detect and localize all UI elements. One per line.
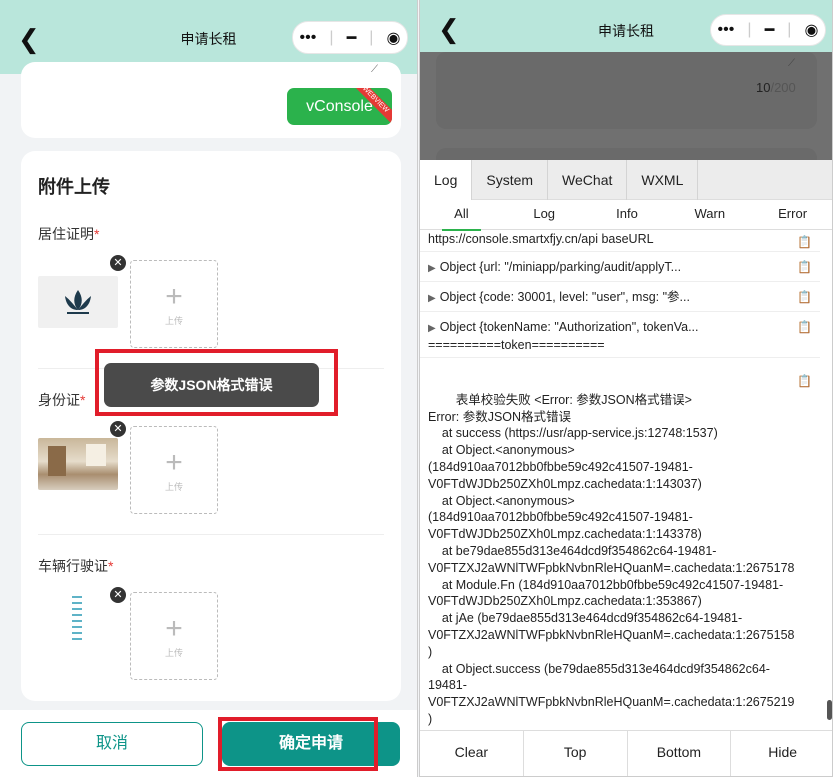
lotus-logo-icon xyxy=(65,290,91,314)
counter-max: /200 xyxy=(770,80,796,95)
delete-image-icon[interactable]: ✕ xyxy=(110,587,126,603)
section-title: 附件上传 xyxy=(38,177,110,197)
cancel-button[interactable]: 取消 xyxy=(21,722,203,766)
tab-system[interactable]: System xyxy=(472,160,549,200)
image-detail xyxy=(48,446,66,476)
log-text: https://console.smartxfjy.cn/api baseURL xyxy=(428,232,654,246)
confirm-highlight-box xyxy=(218,717,378,771)
clear-button[interactable]: Clear xyxy=(420,731,524,776)
idcard-upload-box[interactable]: + 上传 xyxy=(130,426,218,514)
copy-icon[interactable]: 📋 xyxy=(797,319,812,335)
bottom-action-bar: 取消 确定申请 xyxy=(0,710,417,777)
more-dots-icon[interactable]: ••• xyxy=(718,21,735,39)
log-scrollbar[interactable] xyxy=(827,700,832,720)
navigation-bar: ❮ 申请长租 ••• | ━ | ◉ xyxy=(420,0,832,52)
log-text: Object {code: 30001, level: "user", msg:… xyxy=(439,290,690,304)
capsule-divider: | xyxy=(747,21,752,38)
minimize-icon[interactable]: ━ xyxy=(765,20,775,40)
residence-label-text: 居住证明 xyxy=(38,226,94,242)
plus-icon: + xyxy=(165,611,183,645)
expand-caret-icon[interactable]: ▶ xyxy=(428,263,436,274)
close-target-icon[interactable]: ◉ xyxy=(386,28,400,48)
tab-wechat[interactable]: WeChat xyxy=(548,160,628,200)
filter-warn[interactable]: Warn xyxy=(668,200,751,229)
tab-wxml[interactable]: WXML xyxy=(627,160,699,200)
vconsole-button[interactable]: vConsole WEBVIEW xyxy=(287,88,392,125)
vconsole-panel: Log System WeChat WXML All Log Info Warn… xyxy=(420,160,832,776)
capsule-divider: | xyxy=(329,28,334,46)
tab-log[interactable]: Log xyxy=(420,160,473,200)
vconsole-label: vConsole xyxy=(306,98,373,115)
hide-button[interactable]: Hide xyxy=(731,731,832,776)
wechat-capsule: ••• | ━ | ◉ xyxy=(710,14,826,46)
capsule-divider: | xyxy=(369,28,374,46)
copy-icon[interactable]: 📋 xyxy=(797,289,812,305)
required-mark: * xyxy=(108,558,114,574)
right-simulator: ❮ 申请长租 ••• | ━ | ◉ ⟋ 10/200 Log System W… xyxy=(419,0,833,777)
upload-text: 上传 xyxy=(164,315,183,326)
plus-icon: + xyxy=(165,279,183,313)
error-log-row[interactable]: 表单校验失败 <Error: 参数JSON格式错误> Error: 参数JSON… xyxy=(420,358,820,731)
image-detail xyxy=(86,444,106,466)
counter-current: 10 xyxy=(756,80,771,95)
license-label: 车辆行驶证* xyxy=(38,556,113,576)
idcard-label: 身份证* xyxy=(38,390,85,410)
filter-log[interactable]: Log xyxy=(503,200,586,229)
close-target-icon[interactable]: ◉ xyxy=(804,20,818,40)
license-label-text: 车辆行驶证 xyxy=(38,558,108,574)
log-list: https://console.smartxfjy.cn/api baseURL… xyxy=(420,231,820,731)
capsule-divider: | xyxy=(787,21,792,38)
vconsole-footer: Clear Top Bottom Hide xyxy=(420,730,832,776)
dimmed-page-overlay: ⟋ 10/200 xyxy=(420,52,832,168)
log-row[interactable]: ▶ Object {tokenName: "Authorization", tok… xyxy=(420,312,820,358)
log-row[interactable]: ▶ Object {code: 30001, level: "user", msg… xyxy=(420,282,820,312)
error-toast: 参数JSON格式错误 xyxy=(104,363,319,407)
top-button[interactable]: Top xyxy=(524,731,628,776)
minimize-icon[interactable]: ━ xyxy=(347,28,357,48)
delete-image-icon[interactable]: ✕ xyxy=(110,255,126,271)
upload-text: 上传 xyxy=(164,481,183,492)
bottom-button[interactable]: Bottom xyxy=(628,731,732,776)
upload-text: 上传 xyxy=(164,647,183,658)
filter-error[interactable]: Error xyxy=(751,200,832,229)
dimmed-remark-card: ⟋ 10/200 xyxy=(436,52,817,129)
divider xyxy=(38,534,384,535)
resize-handle-icon[interactable]: ⟋ xyxy=(371,64,378,75)
resize-handle-icon: ⟋ xyxy=(788,58,795,69)
copy-icon[interactable]: 📋 xyxy=(797,234,812,250)
delete-image-icon[interactable]: ✕ xyxy=(110,421,126,437)
filter-all[interactable]: All xyxy=(420,200,503,231)
log-text: Object {url: "/miniapp/parking/audit/app… xyxy=(439,260,682,274)
license-image[interactable] xyxy=(38,592,118,644)
residence-upload-box[interactable]: + 上传 xyxy=(130,260,218,348)
error-log-text: 表单校验失败 <Error: 参数JSON格式错误> Error: 参数JSON… xyxy=(428,392,795,731)
more-dots-icon[interactable]: ••• xyxy=(300,29,317,47)
residence-image[interactable] xyxy=(38,276,118,328)
char-counter: 10/200 xyxy=(756,80,796,95)
log-row[interactable]: https://console.smartxfjy.cn/api baseURL… xyxy=(420,231,820,252)
expand-caret-icon[interactable]: ▶ xyxy=(428,293,436,304)
license-upload-box[interactable]: + 上传 xyxy=(130,592,218,680)
expand-caret-icon[interactable]: ▶ xyxy=(428,323,436,334)
log-filter-tabs: All Log Info Warn Error xyxy=(420,200,832,231)
required-mark: * xyxy=(94,226,100,242)
vconsole-main-tabs: Log System WeChat WXML xyxy=(420,160,832,200)
left-simulator: ❮ 申请长租 ••• | ━ | ◉ ⟋ vConsole WEBVIEW 附件… xyxy=(0,0,418,777)
plus-icon: + xyxy=(165,445,183,479)
log-row[interactable]: ▶ Object {url: "/miniapp/parking/audit/ap… xyxy=(420,252,820,282)
required-mark: * xyxy=(80,392,86,408)
image-detail xyxy=(72,596,82,640)
filter-info[interactable]: Info xyxy=(586,200,669,229)
idcard-label-text: 身份证 xyxy=(38,392,80,408)
log-text: Object {tokenName: "Authorization", toke… xyxy=(439,320,699,334)
wechat-capsule: ••• | ━ | ◉ xyxy=(292,21,408,54)
residence-label: 居住证明* xyxy=(38,224,99,244)
log-text: ==========token========== xyxy=(428,338,605,352)
copy-icon[interactable]: 📋 xyxy=(797,259,812,275)
copy-icon[interactable]: 📋 xyxy=(797,373,812,390)
idcard-image[interactable] xyxy=(38,438,118,490)
